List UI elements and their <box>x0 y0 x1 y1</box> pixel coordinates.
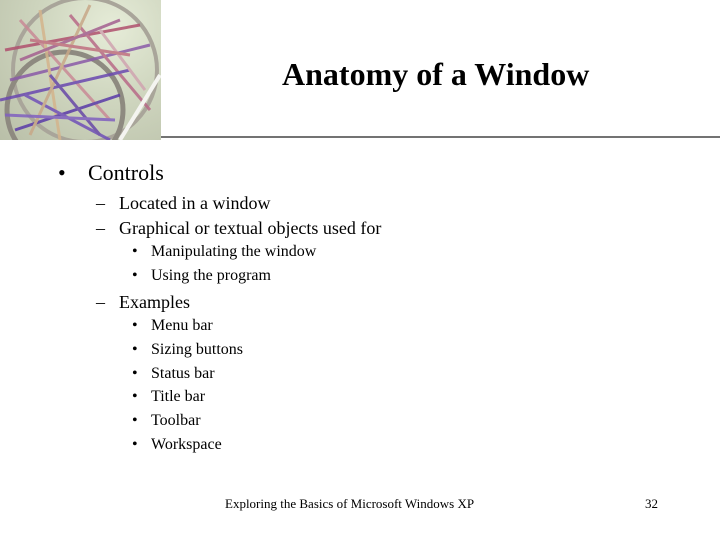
bullet-marker: • <box>132 243 138 260</box>
dash-marker: – <box>96 292 105 312</box>
example-item-text: Sizing buttons <box>151 341 244 358</box>
example-item-text: Toolbar <box>151 412 201 429</box>
example-item: • Status bar <box>132 365 215 383</box>
example-item: • Workspace <box>132 436 222 454</box>
slide-title: Anatomy of a Window <box>282 56 590 92</box>
use-item: • Using the program <box>132 267 271 285</box>
bullet-marker: • <box>132 365 138 382</box>
use-item: • Manipulating the window <box>132 243 316 261</box>
bullet-marker: • <box>132 412 138 429</box>
sub-bullet: – Located in a window <box>96 193 270 214</box>
sub-bullet-text: Located in a window <box>119 193 271 213</box>
footer-text: Exploring the Basics of Microsoft Window… <box>225 496 475 511</box>
example-item-text: Title bar <box>151 388 206 405</box>
bullet-controls: • Controls <box>58 160 164 186</box>
example-item: • Toolbar <box>132 412 201 430</box>
bullet-marker: • <box>58 160 66 185</box>
example-item: • Title bar <box>132 388 205 406</box>
bullet-marker: • <box>132 341 138 358</box>
title-divider <box>161 136 720 138</box>
bullet-marker: • <box>132 388 138 405</box>
example-item: • Menu bar <box>132 317 213 335</box>
bullet-marker: • <box>132 317 138 334</box>
sub-bullet-text: Examples <box>119 292 190 312</box>
bullet-text: Controls <box>88 160 164 185</box>
bullet-marker: • <box>132 436 138 453</box>
use-item-text: Using the program <box>151 267 271 284</box>
use-item-text: Manipulating the window <box>151 243 317 260</box>
bullet-marker: • <box>132 267 138 284</box>
dash-marker: – <box>96 218 105 238</box>
dash-marker: – <box>96 193 105 213</box>
example-item-text: Status bar <box>151 365 215 382</box>
sub-bullet-text: Graphical or textual objects used for <box>119 218 382 238</box>
example-item-text: Menu bar <box>151 317 213 334</box>
page-number: 32 <box>645 496 658 511</box>
example-item: • Sizing buttons <box>132 341 243 359</box>
woven-sphere-photo <box>0 0 161 140</box>
sub-bullet-examples: – Examples <box>96 292 190 313</box>
sub-bullet: – Graphical or textual objects used for <box>96 218 381 239</box>
example-item-text: Workspace <box>151 436 222 453</box>
